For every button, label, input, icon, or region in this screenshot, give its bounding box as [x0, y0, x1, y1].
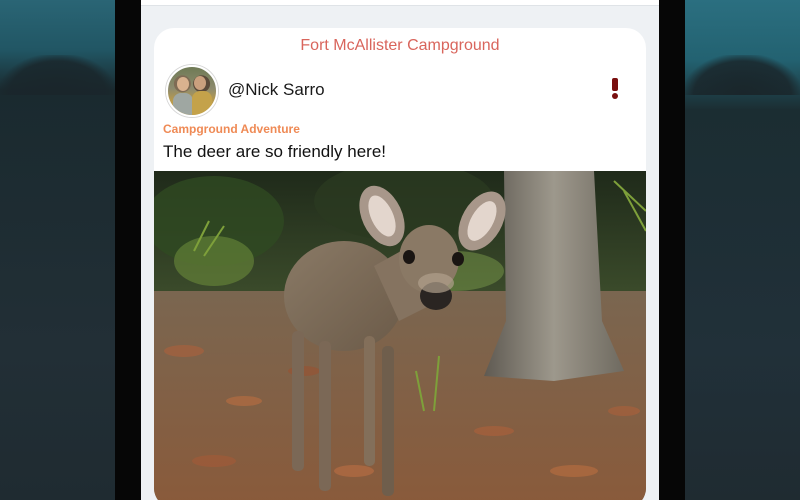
previous-card-edge: [141, 0, 659, 6]
background-right: [685, 0, 800, 500]
post-category: Campground Adventure: [163, 122, 300, 136]
avatar[interactable]: [166, 65, 218, 117]
exclamation-icon[interactable]: [608, 76, 622, 100]
post-caption: The deer are so friendly here!: [163, 142, 387, 161]
app-screen: Fort McAllister Campground @Nick Sarro C…: [141, 0, 659, 500]
campground-title[interactable]: Fort McAllister Campground: [154, 37, 646, 55]
phone-bezel-right: [659, 0, 685, 500]
deer-photo[interactable]: [154, 171, 646, 500]
post-card[interactable]: Fort McAllister Campground @Nick Sarro C…: [154, 28, 646, 500]
background-left: [0, 0, 115, 500]
username[interactable]: @Nick Sarro: [228, 80, 325, 100]
phone-bezel-left: [115, 0, 141, 500]
